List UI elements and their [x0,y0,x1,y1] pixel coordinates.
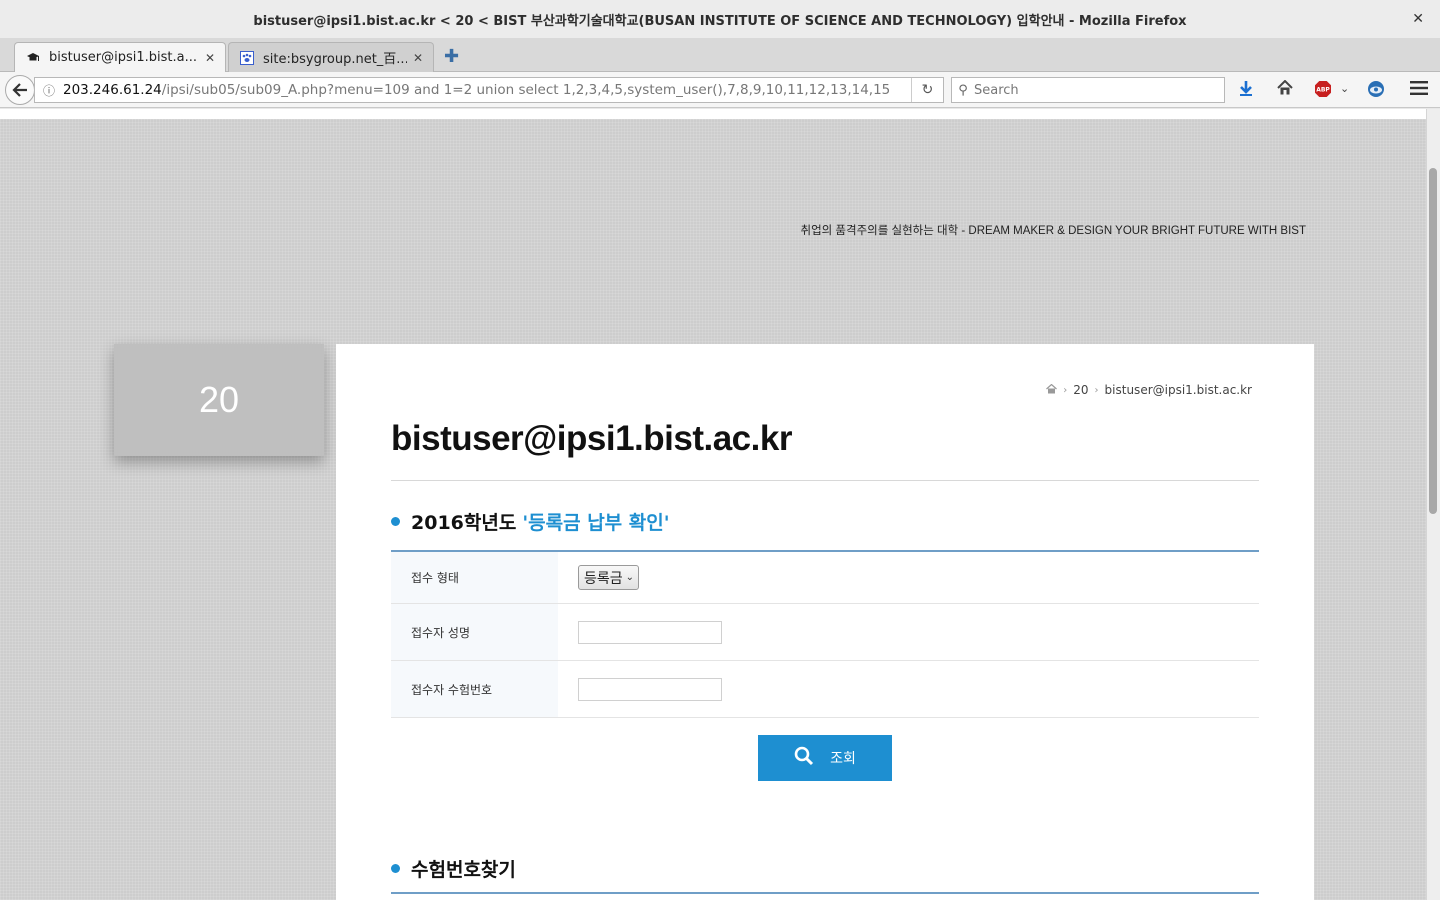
breadcrumb: › 20 › bistuser@ipsi1.bist.ac.kr [1046,383,1252,397]
url-path: /ipsi/sub05/sub09_A.php?menu=109 and 1=2… [161,82,891,98]
breadcrumb-item[interactable]: bistuser@ipsi1.bist.ac.kr [1105,383,1252,397]
tab-active[interactable]: bistuser@ipsi1.bist.a... ✕ [14,42,226,72]
section-prefix: 2016학년도 [411,512,517,534]
exam-number-input[interactable] [578,677,722,701]
type-select[interactable]: 등록금 ⌄ [578,565,640,590]
form-label: 접수자 수험번호 [391,661,558,717]
header-slogan: 취업의 품격주의를 실현하는 대학 - DREAM MAKER & DESIGN… [800,225,1306,237]
url-bar[interactable]: ⓘ 203.246.61.24 /ipsi/sub05/sub09_A.php?… [34,77,944,103]
title-divider [391,480,1259,481]
page-viewport: 취업의 품격주의를 실현하는 대학 - DREAM MAKER & DESIGN… [0,109,1426,900]
tab-label: site:bsygroup.net_百... [263,52,407,67]
extension-globe-icon[interactable] [1367,80,1385,102]
chevron-down-icon[interactable]: ⌄ [1340,82,1349,95]
home-icon[interactable] [1046,383,1058,397]
form-row-type: 접수 형태 등록금 ⌄ [391,552,1259,604]
window-titlebar: bistuser@ipsi1.bist.ac.kr < 20 < BIST 부산… [0,0,1440,38]
search-placeholder: Search [974,82,1019,98]
type-select-value: 등록금 [584,570,623,587]
search-icon: ⚲ [958,82,968,98]
adblock-icon[interactable]: ABP [1314,80,1332,102]
new-tab-plus-icon[interactable]: ✚ [444,46,459,67]
lookup-button-label: 조회 [830,751,856,767]
bullet-dot-icon [391,864,400,873]
chevron-down-icon: ⌄ [625,572,635,583]
url-host: 203.246.61.24 [63,82,162,98]
side-menu-title: 20 [114,344,324,456]
paw-icon [239,50,255,66]
scrollbar-thumb[interactable] [1429,168,1437,514]
form-row-name: 접수자 성명 [391,604,1259,661]
back-button[interactable] [5,75,35,105]
svg-text:ABP: ABP [1316,87,1330,94]
form-row-exam-number: 접수자 수험번호 [391,661,1259,718]
back-arrow-icon [12,83,27,97]
site-info-icon[interactable]: ⓘ [35,82,63,99]
lookup-button[interactable]: 조회 [758,735,892,781]
window-close-button[interactable]: ✕ [1412,11,1424,27]
hamburger-menu-icon[interactable] [1410,80,1428,99]
tab-strip: bistuser@ipsi1.bist.a... ✕ site:bsygroup… [0,38,1440,72]
navigation-toolbar: ⓘ 203.246.61.24 /ipsi/sub05/sub09_A.php?… [0,72,1440,108]
tab-label: bistuser@ipsi1.bist.a... [49,50,197,65]
window-title: bistuser@ipsi1.bist.ac.kr < 20 < BIST 부산… [253,13,1187,29]
tab-close-icon[interactable]: ✕ [413,51,423,65]
breadcrumb-separator: › [1063,384,1068,396]
name-input[interactable] [578,620,722,644]
side-menu-label: 20 [198,379,240,420]
search-icon [794,746,814,771]
payment-form-table: 접수 형태 등록금 ⌄ 접수자 성명 접수자 수험번호 [391,550,1259,718]
tab-close-icon[interactable]: ✕ [205,51,215,65]
breadcrumb-item[interactable]: 20 [1073,383,1088,397]
section-heading-payment: 2016학년도 '등록금 납부 확인' [391,508,670,535]
graduation-cap-icon [25,50,41,66]
tab-inactive[interactable]: site:bsygroup.net_百... ✕ [228,42,434,72]
home-icon[interactable] [1277,79,1293,99]
main-content: › 20 › bistuser@ipsi1.bist.ac.kr bistuse… [336,344,1314,900]
reload-icon[interactable]: ↻ [911,78,943,102]
section-heading-find-number: 수험번호찾기 [391,855,516,882]
table-top-border [391,892,1259,894]
download-icon[interactable] [1239,80,1253,100]
form-label: 접수자 성명 [391,604,558,660]
breadcrumb-separator: › [1094,384,1099,396]
form-label: 접수 형태 [391,552,558,603]
search-input[interactable]: ⚲ Search [951,77,1225,103]
page-top-strip [0,109,1426,119]
section-highlight: '등록금 납부 확인' [522,512,670,534]
section-title: 수험번호찾기 [411,859,516,881]
page-title: bistuser@ipsi1.bist.ac.kr [391,419,792,458]
bullet-dot-icon [391,517,400,526]
